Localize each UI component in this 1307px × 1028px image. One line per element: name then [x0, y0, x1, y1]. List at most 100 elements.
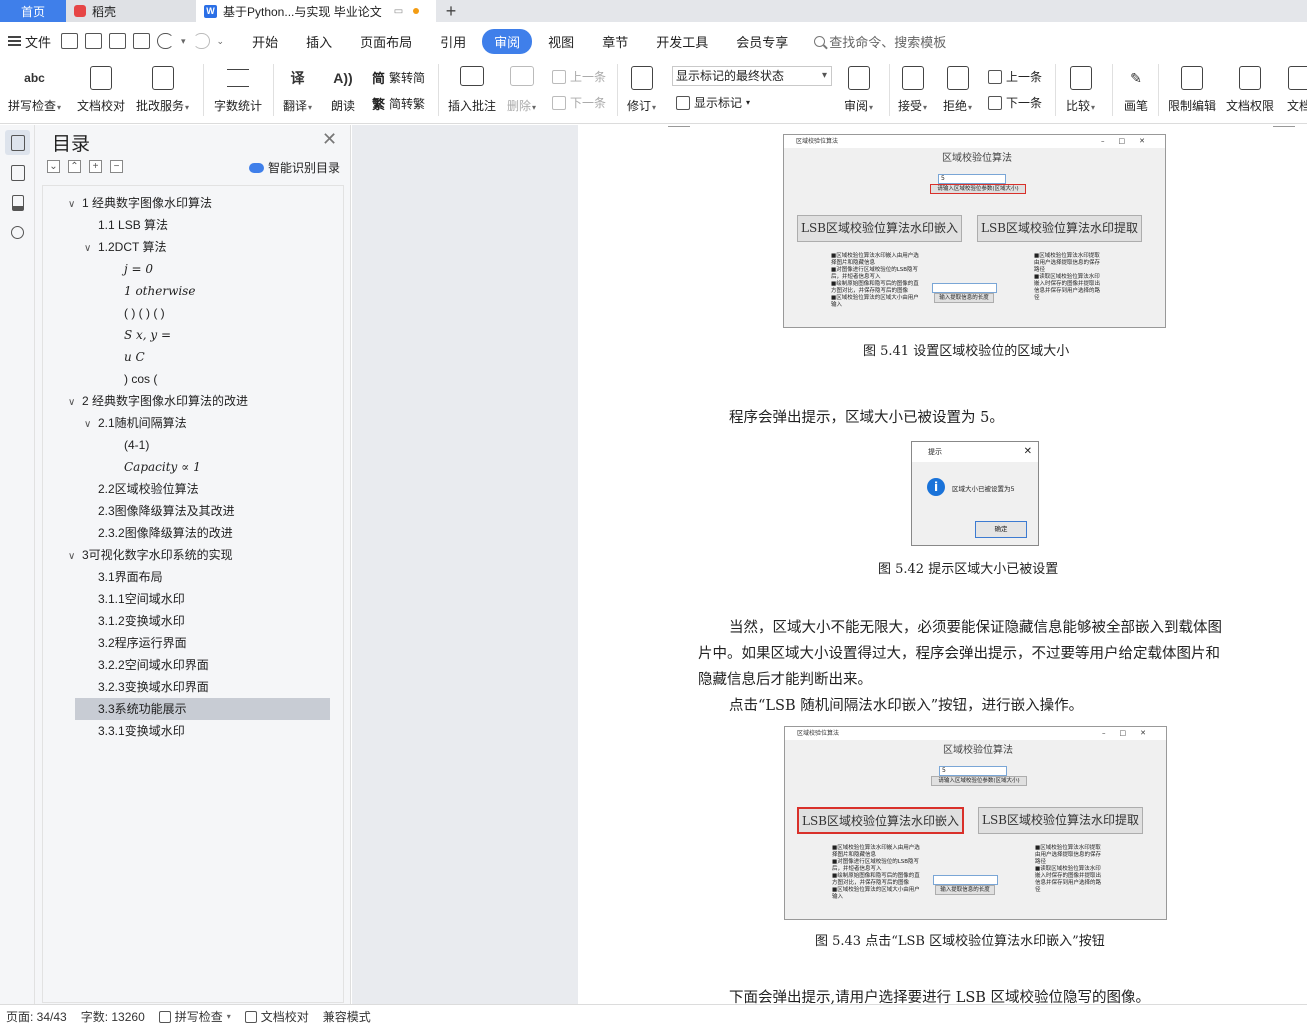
menu-tab[interactable]: 开发工具 — [644, 29, 720, 54]
toc-item[interactable]: 2.3图像降级算法及其改进 — [98, 500, 235, 522]
reject-button[interactable]: 拒绝▾ — [943, 64, 972, 114]
toc-item-label: 3.2.3变换域水印界面 — [98, 680, 209, 694]
chevron-down-icon[interactable]: ∨ — [84, 238, 98, 260]
correction-service-button[interactable]: 批改服务▾ — [136, 64, 189, 114]
menu-tab[interactable]: 会员专享 — [724, 29, 800, 54]
prev-change-button[interactable]: 上一条 — [988, 68, 1042, 85]
toc-item[interactable]: u C — [124, 346, 145, 368]
find-toggle[interactable] — [5, 220, 30, 245]
translate-button[interactable]: 译 翻译▾ — [283, 64, 312, 114]
toc-item[interactable]: ∨ 1 经典数字图像水印算法 — [68, 192, 212, 214]
smart-toc-button[interactable]: 智能识别目录 — [249, 159, 340, 176]
document-proof-button[interactable]: 文档校对 — [77, 64, 125, 114]
toc-item[interactable]: 3.3.1变换域水印 — [98, 720, 185, 742]
menu-tab[interactable]: 审阅 — [482, 28, 533, 54]
insert-comment-button[interactable]: 插入批注 — [448, 64, 496, 114]
pen-button[interactable]: ✎ 画笔 — [1122, 64, 1150, 114]
toc-item[interactable]: ) cos ( — [124, 368, 157, 390]
nav-pane-toggle[interactable] — [5, 160, 30, 185]
toc-item[interactable]: j = 0 — [124, 258, 153, 280]
save-icon[interactable] — [61, 33, 79, 49]
read-aloud-button[interactable]: A)) 朗读 — [329, 64, 357, 114]
menu-tab[interactable]: 章节 — [590, 29, 640, 54]
redo-icon[interactable] — [192, 33, 210, 49]
menu-tab[interactable]: 开始 — [240, 29, 290, 54]
toc-item[interactable]: 3.2程序运行界面 — [98, 632, 187, 654]
collapse-all-icon[interactable]: ⌃ — [68, 160, 81, 173]
menu-tab[interactable]: 视图 — [536, 29, 586, 54]
toc-item[interactable]: Capacity ∝ 1 — [124, 456, 201, 478]
toc-item[interactable]: 2.3.2图像降级算法的改进 — [98, 522, 233, 544]
toc-item[interactable]: ( ) ( ) ( ) — [124, 302, 165, 324]
reject-icon — [946, 66, 969, 90]
next-change-button[interactable]: 下一条 — [988, 94, 1042, 111]
prev-change-label: 上一条 — [1006, 70, 1043, 84]
chevron-down-icon[interactable]: ∨ — [68, 194, 82, 216]
toc-item-label: Capacity ∝ 1 — [124, 460, 201, 474]
tab-home[interactable]: 首页 — [0, 0, 66, 22]
toc-item[interactable]: 1.1 LSB 算法 — [98, 214, 168, 236]
tab-straw[interactable]: 稻壳 — [66, 0, 196, 22]
print-preview-icon[interactable] — [133, 33, 151, 49]
toc-item[interactable]: S x, y = — [124, 324, 171, 346]
document-permission-button[interactable]: 文档权限 — [1226, 64, 1274, 114]
command-search[interactable]: 查找命令、搜索模板 — [814, 32, 946, 51]
toc-item[interactable]: ∨ 1.2DCT 算法 — [84, 236, 166, 258]
menu-tab[interactable]: 插入 — [294, 29, 344, 54]
toc-item[interactable]: 3.2.3变换域水印界面 — [98, 676, 209, 698]
undo-icon[interactable] — [157, 33, 175, 49]
expand-all-icon[interactable]: ⌄ — [47, 160, 60, 173]
status-proof[interactable]: 文档校对 — [244, 1008, 309, 1025]
document-more-button[interactable]: 文档 — [1285, 64, 1307, 114]
document-canvas[interactable]: 区域校验位算法 –□✕ 区域校验位算法 5 请输入区域校验位参数(区域大小) L… — [352, 125, 1307, 1004]
remove-heading-icon[interactable]: − — [110, 160, 123, 173]
prev-comment-button[interactable]: 上一条 — [552, 68, 606, 85]
print-icon[interactable] — [109, 33, 127, 49]
chevron-down-icon[interactable]: ∨ — [84, 414, 98, 436]
undo-dropdown-icon[interactable]: ▾ — [181, 36, 186, 47]
review-pane-button[interactable]: 审阅▾ — [844, 64, 873, 114]
toc-item[interactable]: 1 otherwise — [124, 280, 195, 302]
document-page[interactable]: 区域校验位算法 –□✕ 区域校验位算法 5 请输入区域校验位参数(区域大小) L… — [578, 125, 1307, 1004]
chevron-down-icon[interactable]: ∨ — [68, 392, 82, 414]
toc-item[interactable]: ∨ 3可视化数字水印系统的实现 — [68, 544, 233, 566]
chevron-down-icon[interactable]: ∨ — [68, 546, 82, 568]
word-count-button[interactable]: 字数统计 — [214, 64, 262, 114]
compare-button[interactable]: 比较▾ — [1066, 64, 1095, 114]
spell-check-button[interactable]: abc 拼写检查▾ — [8, 64, 61, 114]
page-indicator[interactable]: 页面: 34/43 — [6, 1008, 67, 1025]
tab-document[interactable]: W 基于Python...与实现 毕业论文 ▭ — [196, 0, 436, 22]
export-pdf-icon[interactable] — [85, 33, 103, 49]
toc-item[interactable]: 3.1界面布局 — [98, 566, 163, 588]
next-comment-button[interactable]: 下一条 — [552, 94, 606, 111]
toc-item[interactable]: ∨ 2.1随机间隔算法 — [84, 412, 187, 434]
menu-tab[interactable]: 引用 — [428, 29, 478, 54]
markup-state-select[interactable]: 显示标记的最终状态 — [672, 66, 832, 86]
toc-item[interactable]: 3.3系统功能展示 — [75, 698, 330, 720]
word-count-indicator[interactable]: 字数: 13260 — [81, 1008, 145, 1025]
toc-item[interactable]: 2.2区域校验位算法 — [98, 478, 199, 500]
toc-item[interactable]: 3.2.2空间域水印界面 — [98, 654, 209, 676]
show-markup-button[interactable]: 显示标记 ▾ — [676, 94, 750, 111]
accept-button[interactable]: 接受▾ — [898, 64, 927, 114]
bookmark-toggle[interactable] — [5, 190, 30, 215]
toc-item[interactable]: ∨ 2 经典数字图像水印算法的改进 — [68, 390, 248, 412]
file-menu[interactable]: 文件 — [8, 32, 51, 51]
restrict-editing-button[interactable]: 限制编辑 — [1168, 64, 1216, 114]
add-heading-icon[interactable]: + — [89, 160, 102, 173]
status-spell-check[interactable]: 拼写检查 ▾ — [158, 1008, 231, 1025]
toc-item[interactable]: 3.1.1空间域水印 — [98, 588, 185, 610]
new-tab-button[interactable]: + — [436, 0, 466, 22]
menu-tab[interactable]: 页面布局 — [348, 29, 424, 54]
toc-item[interactable]: (4-1) — [124, 434, 149, 456]
delete-comment-label: 删除 — [507, 99, 532, 113]
simp-to-trad-button[interactable]: 繁 简转繁 — [372, 94, 425, 113]
review-ribbon: abc 拼写检查▾ 文档校对 批改服务▾ 字数统计 译 翻译▾ A)) 朗读 简… — [0, 60, 1307, 124]
toc-item[interactable]: 3.1.2变换域水印 — [98, 610, 185, 632]
trad-to-simp-button[interactable]: 简 繁转简 — [372, 68, 425, 87]
close-icon[interactable]: ✕ — [322, 129, 337, 150]
delete-comment-button[interactable]: 删除▾ — [507, 64, 536, 114]
toc-panel-toggle[interactable] — [5, 130, 30, 155]
quick-access-more-icon[interactable]: ⌄ — [217, 36, 225, 47]
track-changes-button[interactable]: 修订▾ — [627, 64, 656, 114]
